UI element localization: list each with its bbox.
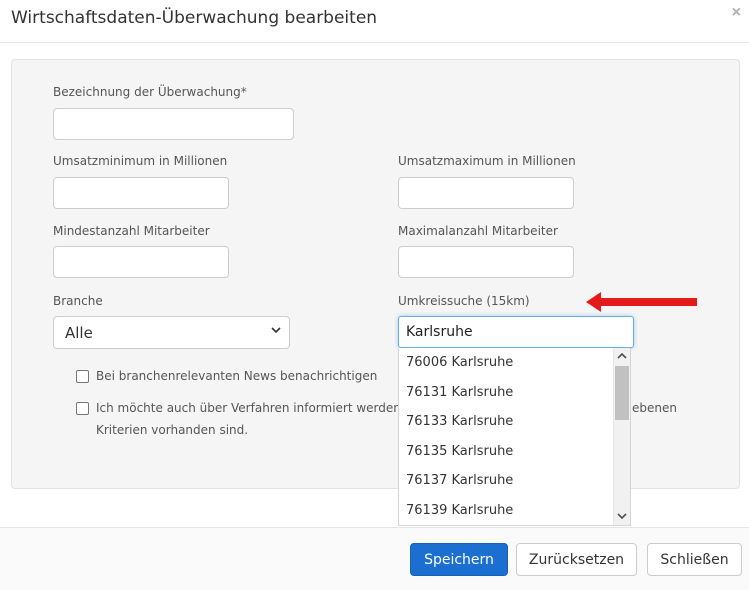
- revenue-min-input[interactable]: [53, 177, 229, 209]
- autocomplete-dropdown: 76006 Karlsruhe 76131 Karlsruhe 76133 Ka…: [398, 348, 631, 526]
- close-icon[interactable]: ×: [732, 4, 741, 22]
- modal-header: Wirtschaftsdaten-Überwachung bearbeiten …: [0, 0, 749, 43]
- employees-max-input[interactable]: [398, 246, 574, 278]
- modal-title: Wirtschaftsdaten-Überwachung bearbeiten: [11, 8, 378, 28]
- autocomplete-item[interactable]: 76139 Karlsruhe: [406, 503, 513, 518]
- scrollbar-thumb[interactable]: [615, 366, 629, 420]
- procedures-checkbox-label-line1: Ich möchte auch über Verfahren informier…: [96, 401, 427, 415]
- radius-search-input[interactable]: [398, 316, 634, 348]
- branch-label: Branche: [53, 294, 103, 308]
- procedures-checkbox-label-line2: Kriterien vorhanden sind.: [96, 423, 249, 437]
- revenue-min-label: Umsatzminimum in Millionen: [53, 154, 228, 168]
- procedures-checkbox-label-tail: ebenen: [632, 401, 677, 415]
- revenue-max-input[interactable]: [398, 177, 574, 209]
- autocomplete-item[interactable]: 76137 Karlsruhe: [406, 473, 513, 488]
- dropdown-scrollbar[interactable]: [613, 348, 630, 525]
- procedures-checkbox[interactable]: [76, 402, 89, 415]
- close-button[interactable]: Schließen: [647, 543, 742, 576]
- chevron-up-icon[interactable]: [616, 350, 628, 362]
- branch-select[interactable]: Alle: [53, 316, 290, 349]
- news-checkbox[interactable]: [76, 370, 89, 383]
- name-input[interactable]: [53, 108, 294, 140]
- radius-search-label: Umkreissuche (15km): [398, 294, 530, 308]
- revenue-max-label: Umsatzmaximum in Millionen: [398, 154, 576, 168]
- red-arrow-icon: [586, 292, 697, 312]
- employees-min-label: Mindestanzahl Mitarbeiter: [53, 224, 210, 238]
- name-label: Bezeichnung der Überwachung*: [53, 85, 247, 99]
- autocomplete-item[interactable]: 76131 Karlsruhe: [406, 385, 513, 400]
- chevron-down-icon: [271, 327, 281, 334]
- employees-max-label: Maximalanzahl Mitarbeiter: [398, 224, 558, 238]
- reset-button[interactable]: Zurücksetzen: [516, 543, 637, 576]
- news-checkbox-label: Bei branchenrelevanten News benachrichti…: [96, 369, 378, 383]
- autocomplete-item[interactable]: 76133 Karlsruhe: [406, 414, 513, 429]
- save-button[interactable]: Speichern: [410, 543, 508, 576]
- autocomplete-item[interactable]: 76135 Karlsruhe: [406, 444, 513, 459]
- employees-min-input[interactable]: [53, 246, 229, 278]
- autocomplete-item[interactable]: 76006 Karlsruhe: [406, 355, 513, 370]
- modal-footer: Speichern Zurücksetzen Schließen: [0, 527, 749, 590]
- chevron-down-icon[interactable]: [616, 510, 628, 522]
- branch-select-value: Alle: [65, 324, 93, 342]
